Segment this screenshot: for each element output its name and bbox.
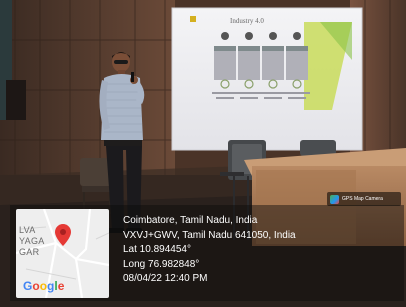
slide-title: Industry 4.0	[230, 17, 264, 25]
photo-frame: Industry 4.0 GPS Map Camera LVA YAGA GAR	[0, 0, 406, 307]
location-longitude: Long 76.982848°	[123, 258, 200, 270]
map-thumbnail: LVA YAGA GAR Google	[16, 209, 109, 298]
map-place-line-3: GAR	[19, 247, 40, 257]
map-place-line-2: YAGA	[19, 236, 45, 246]
map-pin-icon	[55, 224, 71, 246]
location-latitude: Lat 10.894454°	[123, 244, 191, 255]
location-datetime: 08/04/22 12:40 PM	[123, 273, 208, 284]
speaker-box	[6, 80, 26, 120]
gps-map-camera-badge: GPS Map Camera	[327, 192, 401, 206]
google-letter-6: e	[57, 279, 65, 293]
google-letter-1: G	[23, 279, 33, 293]
google-logo: Google	[23, 279, 64, 293]
location-city: Coimbatore, Tamil Nadu, India	[123, 215, 258, 226]
google-letter-2: o	[32, 279, 40, 293]
location-address: VXVJ+GWV, Tamil Nadu 641050, India	[123, 229, 296, 241]
google-letter-3: o	[39, 279, 48, 293]
gps-badge-label: GPS Map Camera	[342, 196, 383, 202]
map-place-line-1: LVA	[19, 225, 36, 235]
location-info: Coimbatore, Tamil Nadu, India VXVJ+GWV, …	[123, 214, 296, 287]
gps-camera-app-icon	[330, 194, 339, 204]
